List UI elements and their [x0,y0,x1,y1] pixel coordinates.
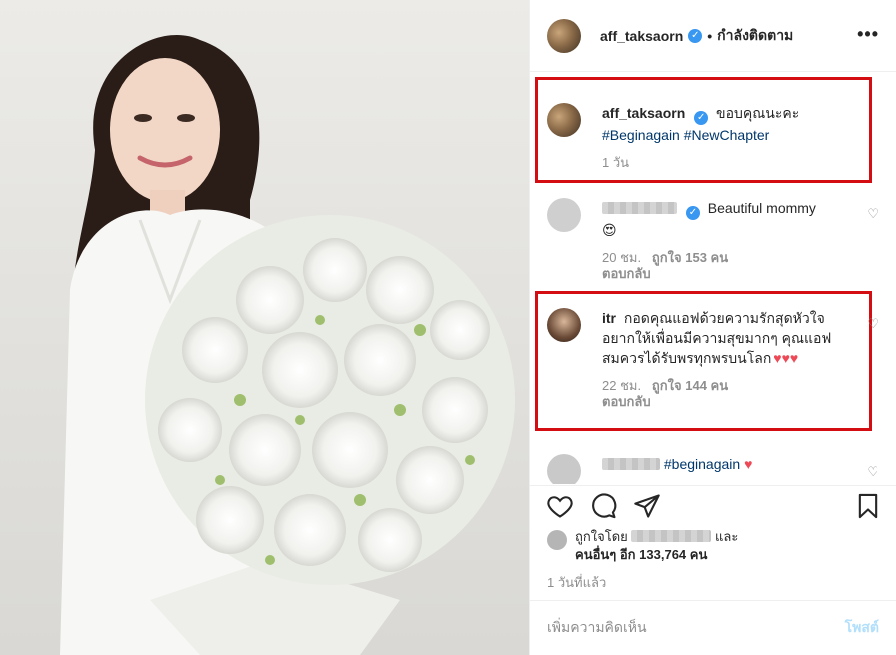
post-timestamp: 1 วันที่แล้ว [547,575,607,590]
liked-by-prefix: ถูกใจโดย [575,529,628,544]
liked-by-and: และ [715,529,739,544]
add-comment-input[interactable]: เพิ่มความคิดเห็น [547,617,647,639]
author-username[interactable]: aff_taksaorn [600,28,683,44]
comment-hashtag[interactable]: #beginagain [664,456,740,472]
comment-likes[interactable]: ถูกใจ 153 คน [652,250,728,265]
caption-hashtags[interactable]: #Beginagain #NewChapter [602,125,857,145]
likes-summary: ถูกใจโดย และ คนอื่นๆ อีก 133,764 คน [547,528,877,564]
comment-likes[interactable]: ถูกใจ 144 คน [652,378,728,393]
verified-badge-icon: ✓ [688,28,703,43]
red-heart: ♥ [744,456,753,472]
like-comment-heart-icon[interactable]: ♡ [867,464,877,480]
follow-status-button[interactable]: กำลังติดตาม [717,25,793,47]
post-photo [0,0,530,655]
header-separator: • [707,27,713,44]
comment-time: 22 ชม. [602,378,642,393]
post-side-panel: aff_taksaorn ✓ • กำลังติดตาม ••• aff_tak… [530,0,896,655]
verified-badge-icon: ✓ [694,111,709,125]
comment-meta: 20 ชม. ถูกใจ 153 คน ตอบกลับ [602,250,857,282]
blurred-username [602,458,660,470]
caption: aff_taksaorn ✓ ขอบคุณนะคะ #Beginagain #N… [547,103,877,178]
caption-time: 1 วัน [602,155,630,170]
reply-button[interactable]: ตอบกลับ [602,266,651,281]
author-avatar[interactable] [547,18,581,53]
comment-item: #beginagain ♥ ♡ [547,454,877,484]
comment-meta: 22 ชม. ถูกใจ 144 คน ตอบกลับ [602,378,857,410]
liked-by-others-link[interactable]: คนอื่นๆ อีก 133,764 คน [575,547,707,562]
commenter-avatar[interactable] [547,308,581,342]
add-comment-bar: เพิ่มความคิดเห็น โพสต์ [530,600,896,655]
comment-emoji: 😍 [602,222,617,238]
commenter-avatar[interactable] [547,454,581,484]
comment-item: ✓ Beautiful mommy 😍 20 ชม. ถูกใจ 153 คน … [547,198,879,281]
comment-bubble-icon[interactable] [589,492,617,523]
post-comment-button[interactable]: โพสต์ [845,617,879,639]
action-bar [530,485,896,525]
verified-badge-icon: ✓ [685,206,700,220]
commenter-avatar[interactable] [547,198,581,232]
photo-illustration [60,34,515,655]
comment-item: itr กอดคุณแอฟด้วยความรักสุดหัวใจ อยากให้… [547,308,879,428]
comment-time: 20 ชม. [602,250,642,265]
more-horizontal-icon[interactable]: ••• [857,24,879,45]
save-bookmark-icon[interactable] [854,492,882,523]
blurred-username [602,202,677,214]
share-paper-plane-icon[interactable] [633,492,661,523]
blurred-liker-name [631,530,712,542]
like-heart-icon[interactable] [546,492,574,523]
caption-avatar[interactable] [547,103,581,137]
commenter-username[interactable]: itr [602,310,616,326]
red-hearts: ♥♥♥ [773,350,799,366]
liker-avatar[interactable] [547,530,567,550]
caption-username[interactable]: aff_taksaorn [602,105,685,121]
like-comment-heart-icon[interactable]: ♡ [867,206,879,222]
post-header: aff_taksaorn ✓ • กำลังติดตาม ••• [530,0,896,72]
like-comment-heart-icon[interactable]: ♡ [867,316,879,332]
comment-text: Beautiful mommy [707,200,816,216]
caption-text: ขอบคุณนะคะ [716,105,800,121]
reply-button[interactable]: ตอบกลับ [602,394,651,409]
